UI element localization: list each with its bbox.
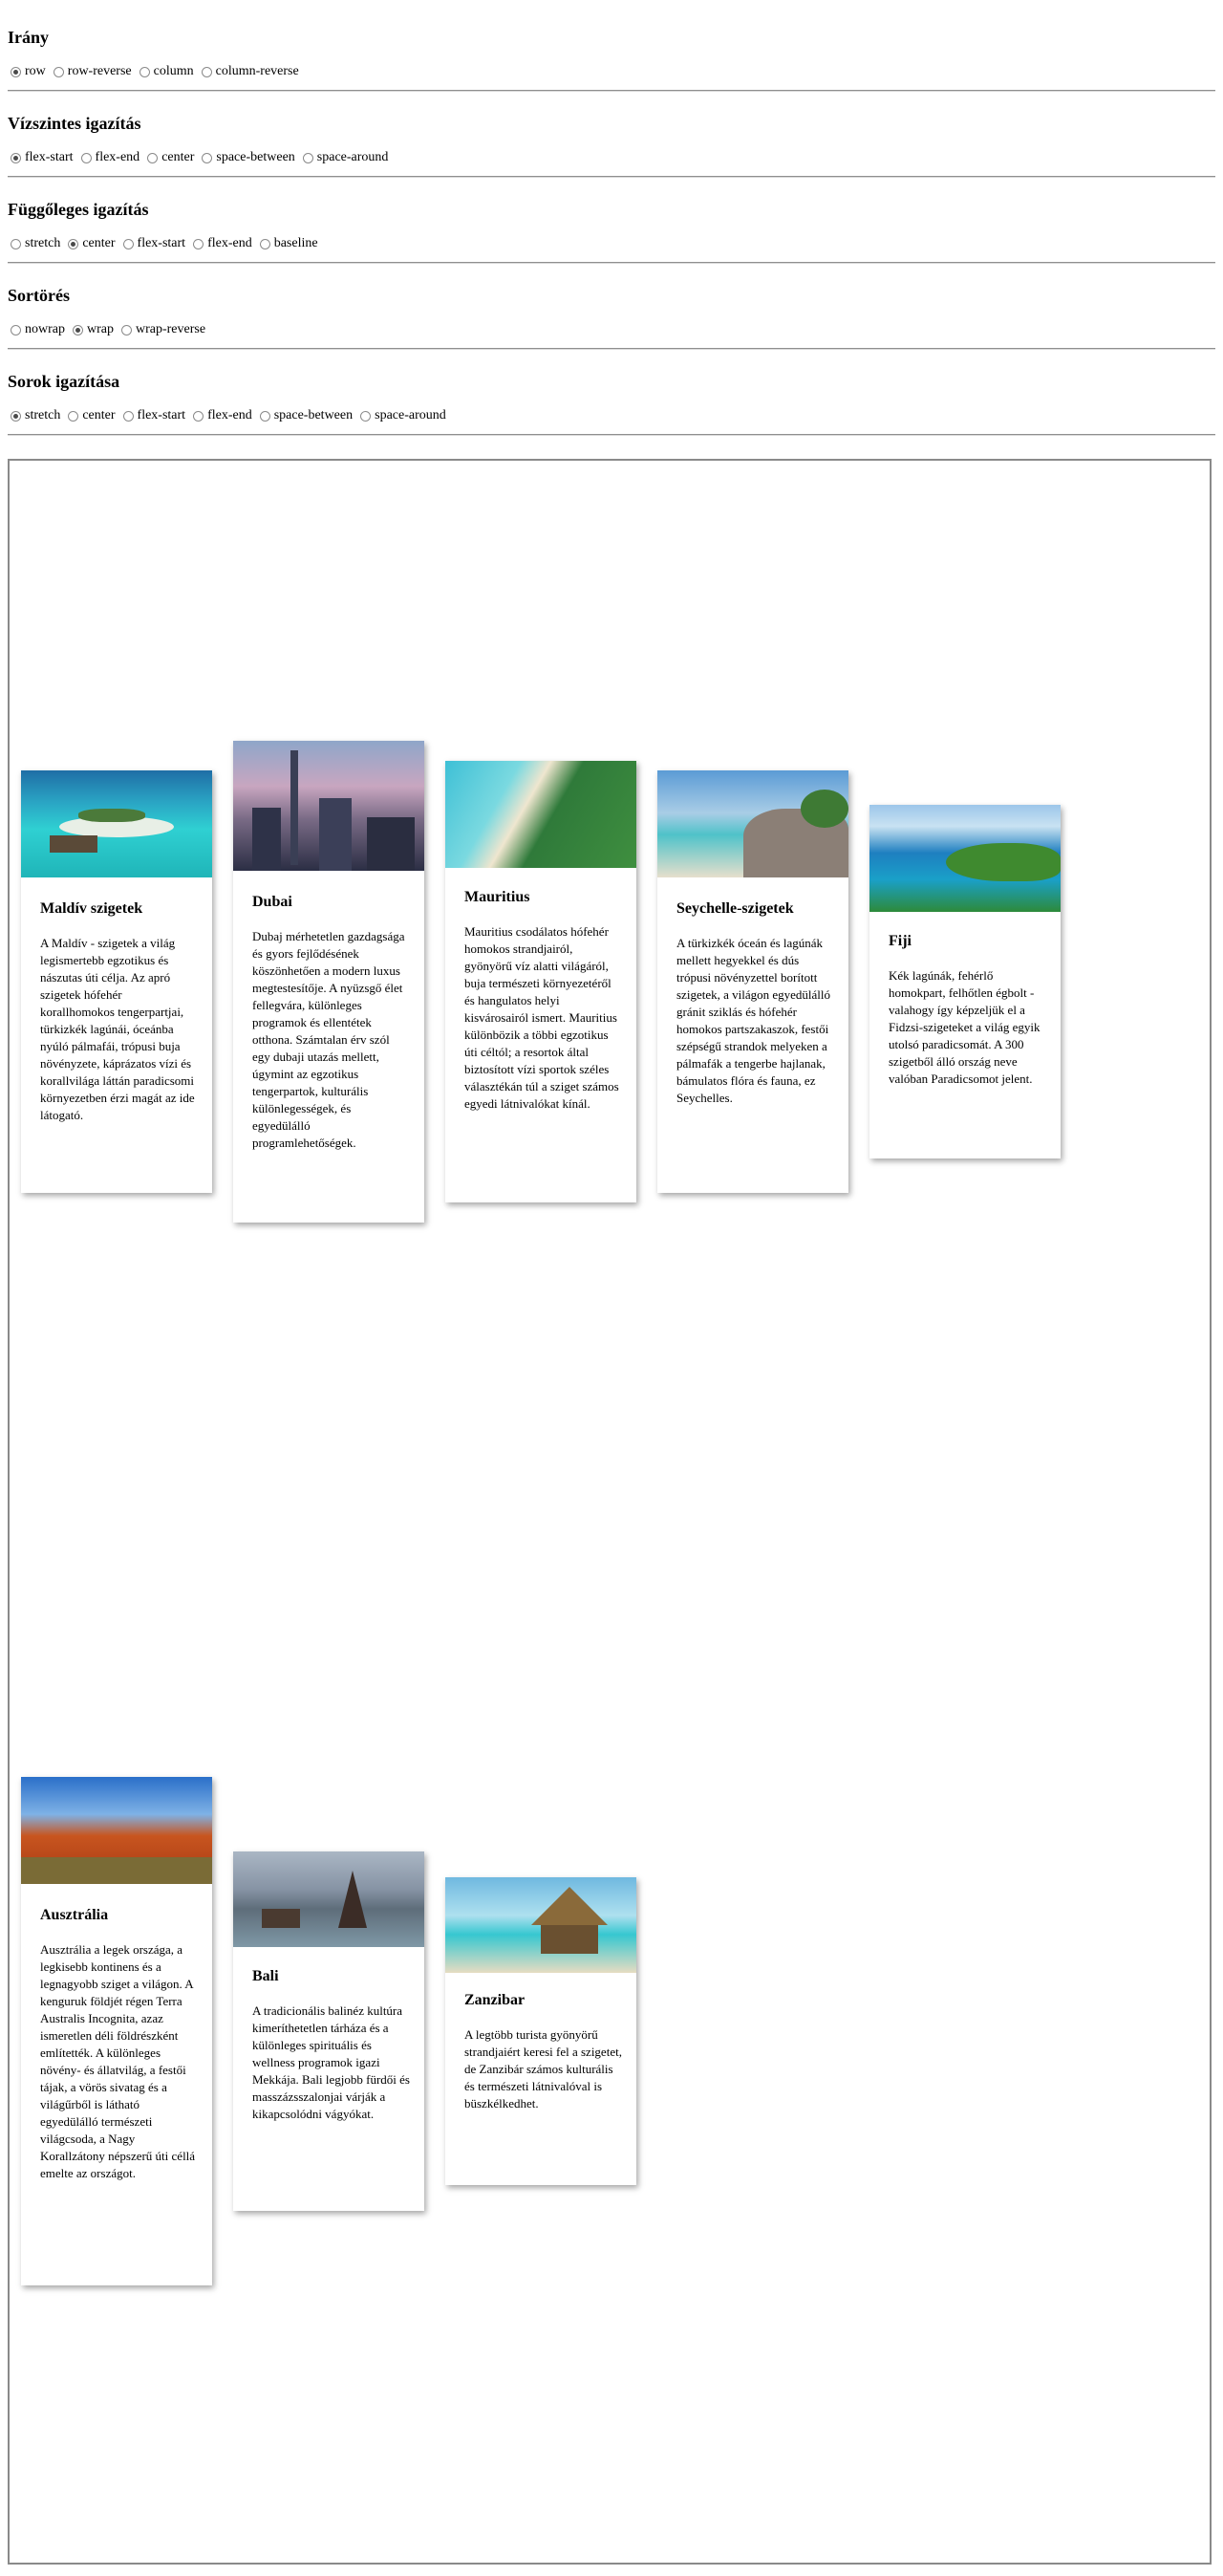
card-title: Ausztrália xyxy=(40,1907,109,1923)
section-title: Irány xyxy=(8,28,50,47)
divider xyxy=(8,434,1215,436)
seychelles-rocks-photo xyxy=(657,770,848,877)
card-dubai: Dubai Dubaj mérhetetlen gazdagsága és gy… xyxy=(233,741,424,1223)
australia-uluru-photo xyxy=(21,1777,212,1884)
maldives-resort-photo xyxy=(21,770,212,877)
radio-option-wrap[interactable]: wrap xyxy=(73,321,114,338)
divider xyxy=(8,262,1215,264)
radio-group-align-items: stretch center flex-start flex-end basel… xyxy=(11,235,326,252)
radio-option-center[interactable]: center xyxy=(68,235,116,252)
radio-option-space-around[interactable]: space-around xyxy=(360,407,446,424)
card-fiji: Fiji Kék lagúnák, fehérlő homokpart, fel… xyxy=(869,805,1061,1158)
radio-button[interactable] xyxy=(11,66,21,77)
card-text: Ausztrália a legek országa, a legkisebb … xyxy=(40,1942,196,2180)
radio-button[interactable] xyxy=(11,410,21,422)
card-seychelles: Seychelle-szigetek A türkizkék óceán és … xyxy=(657,770,848,1193)
radio-group-wrap: nowrap wrap wrap-reverse xyxy=(11,321,213,338)
section-title: Sorok igazítása xyxy=(8,372,120,391)
radio-button[interactable] xyxy=(259,238,270,249)
card-title: Mauritius xyxy=(464,889,530,905)
radio-option-flex-end[interactable]: flex-end xyxy=(80,149,139,166)
radio-button[interactable] xyxy=(201,66,212,77)
radio-option-stretch[interactable]: stretch xyxy=(11,407,60,424)
divider xyxy=(8,348,1215,350)
card-text: A Maldív - szigetek a világ legismertebb… xyxy=(40,936,195,1122)
radio-button[interactable] xyxy=(53,66,64,77)
radio-button[interactable] xyxy=(122,238,134,249)
radio-button[interactable] xyxy=(11,238,21,249)
card-title: Zanzibar xyxy=(464,1992,526,2008)
radio-option-center[interactable]: center xyxy=(147,149,194,166)
card-text: A tradicionális balinéz kultúra kimeríth… xyxy=(252,2003,410,2121)
radio-option-nowrap[interactable]: nowrap xyxy=(11,321,65,338)
radio-button[interactable] xyxy=(122,410,134,422)
section-title: Függőleges igazítás xyxy=(8,200,149,219)
card-title: Seychelle-szigetek xyxy=(676,900,794,917)
section-title: Sortörés xyxy=(8,286,70,305)
zanzibar-hut-photo xyxy=(445,1877,636,1973)
card-title: Bali xyxy=(252,1968,279,1984)
card-australia: Ausztrália Ausztrália a legek országa, a… xyxy=(21,1777,212,2285)
radio-option-center[interactable]: center xyxy=(68,407,116,424)
radio-option-baseline[interactable]: baseline xyxy=(259,235,318,252)
card-title: Maldív szigetek xyxy=(40,900,143,917)
radio-button[interactable] xyxy=(68,410,79,422)
radio-option-flex-start[interactable]: flex-start xyxy=(122,407,185,424)
card-text: Mauritius csodálatos hófehér homokos str… xyxy=(464,924,619,1111)
radio-option-column-reverse[interactable]: column-reverse xyxy=(201,63,299,80)
radio-group-justify: flex-start flex-end center space-between… xyxy=(11,149,396,166)
radio-button[interactable] xyxy=(193,410,204,422)
radio-button[interactable] xyxy=(73,324,83,336)
divider xyxy=(8,176,1215,178)
radio-option-flex-end[interactable]: flex-end xyxy=(193,235,252,252)
radio-button[interactable] xyxy=(80,152,92,163)
divider xyxy=(8,90,1215,92)
radio-option-space-between[interactable]: space-between xyxy=(202,149,295,166)
radio-button[interactable] xyxy=(68,238,79,249)
radio-option-space-between[interactable]: space-between xyxy=(259,407,353,424)
radio-button[interactable] xyxy=(259,410,270,422)
card-title: Fiji xyxy=(889,933,912,949)
radio-button[interactable] xyxy=(11,152,21,163)
card-text: Kék lagúnák, fehérlő homokpart, felhőtle… xyxy=(889,968,1041,1086)
radio-button[interactable] xyxy=(121,324,132,336)
bali-temple-photo xyxy=(233,1851,424,1947)
radio-button[interactable] xyxy=(147,152,159,163)
radio-button[interactable] xyxy=(11,324,21,336)
radio-group-direction: row row-reverse column column-reverse xyxy=(11,63,307,80)
radio-button[interactable] xyxy=(202,152,213,163)
card-maldives: Maldív szigetek A Maldív - szigetek a vi… xyxy=(21,770,212,1193)
radio-option-column[interactable]: column xyxy=(139,63,194,80)
radio-group-align-content: stretch center flex-start flex-end space… xyxy=(11,407,454,424)
card-text: A legtöbb turista gyönyörű strandjaiért … xyxy=(464,2027,622,2111)
card-title: Dubai xyxy=(252,894,292,910)
mauritius-beach-photo xyxy=(445,761,636,868)
radio-option-flex-end[interactable]: flex-end xyxy=(193,407,252,424)
radio-option-flex-start[interactable]: flex-start xyxy=(122,235,185,252)
fiji-lagoon-photo xyxy=(869,805,1061,912)
section-title: Vízszintes igazítás xyxy=(8,114,141,133)
card-bali: Bali A tradicionális balinéz kultúra kim… xyxy=(233,1851,424,2211)
card-mauritius: Mauritius Mauritius csodálatos hófehér h… xyxy=(445,761,636,1202)
radio-option-space-around[interactable]: space-around xyxy=(302,149,388,166)
flex-container: Maldív szigetek A Maldív - szigetek a vi… xyxy=(8,459,1212,2565)
dubai-skyline-photo xyxy=(233,741,424,871)
radio-option-wrap-reverse[interactable]: wrap-reverse xyxy=(121,321,205,338)
radio-button[interactable] xyxy=(302,152,313,163)
card-text: A türkizkék óceán és lagúnák mellett heg… xyxy=(676,936,831,1105)
radio-option-flex-start[interactable]: flex-start xyxy=(11,149,74,166)
radio-button[interactable] xyxy=(360,410,372,422)
radio-button[interactable] xyxy=(193,238,204,249)
card-zanzibar: Zanzibar A legtöbb turista gyönyörű stra… xyxy=(445,1877,636,2185)
radio-option-row[interactable]: row xyxy=(11,63,46,80)
radio-option-row-reverse[interactable]: row-reverse xyxy=(53,63,132,80)
card-text: Dubaj mérhetetlen gazdagsága és gyors fe… xyxy=(252,929,405,1150)
radio-button[interactable] xyxy=(139,66,150,77)
radio-option-stretch[interactable]: stretch xyxy=(11,235,60,252)
